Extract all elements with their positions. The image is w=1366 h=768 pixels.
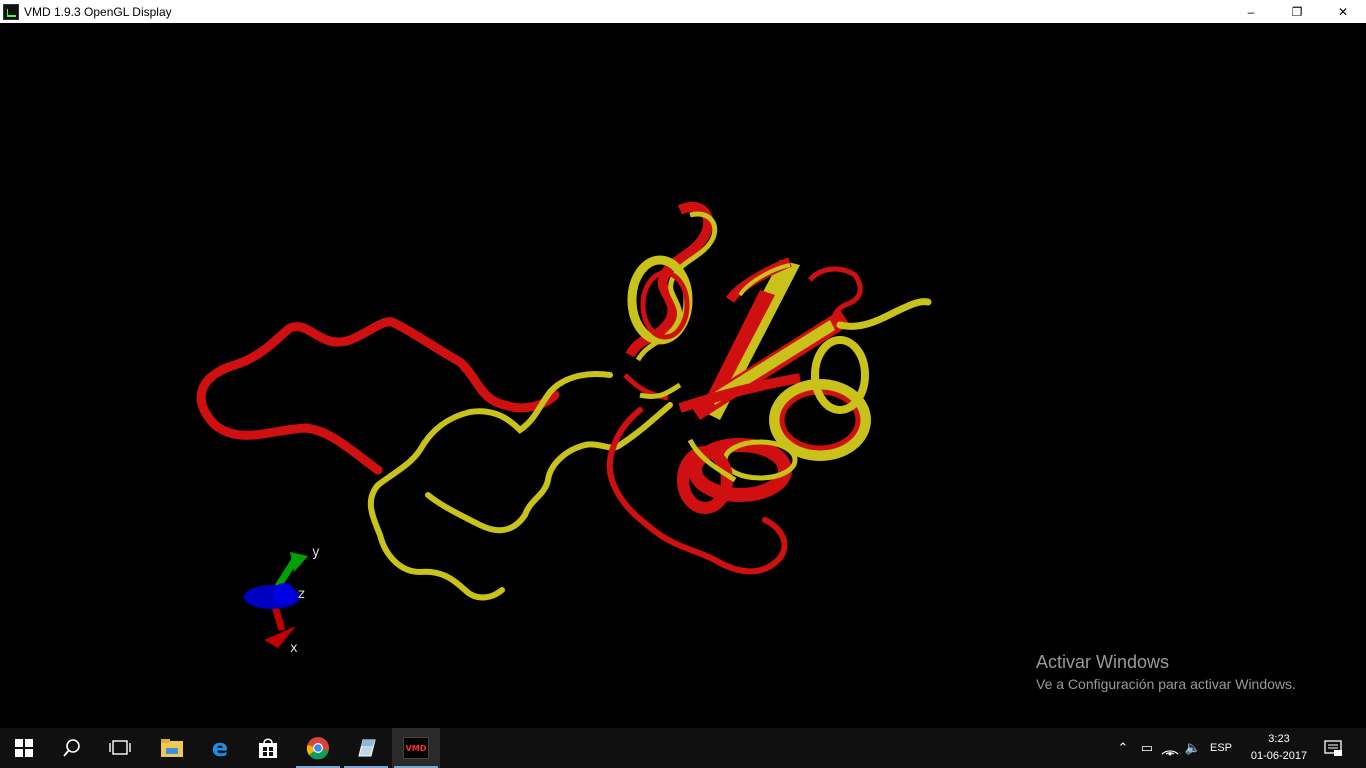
edge-icon: e <box>211 734 229 762</box>
wifi-icon[interactable] <box>1160 740 1180 756</box>
task-view-icon <box>109 740 131 755</box>
action-center-button[interactable] <box>1310 728 1356 768</box>
red-ribbon-loop <box>196 317 560 475</box>
window-title: VMD 1.9.3 OpenGL Display <box>24 4 172 19</box>
volume-icon[interactable]: 🔈 <box>1180 740 1206 756</box>
store-button[interactable] <box>244 728 292 768</box>
task-view-button[interactable] <box>96 728 144 768</box>
search-button[interactable] <box>48 728 96 768</box>
watermark-subtitle: Ve a Configuración para activar Windows. <box>1036 676 1296 692</box>
app-icon <box>358 739 376 757</box>
chrome-icon <box>306 737 329 760</box>
clock-time: 3:23 <box>1268 733 1290 745</box>
activation-watermark: Activar Windows Ve a Configuración para … <box>1036 652 1296 696</box>
language-indicator[interactable]: ESP <box>1206 742 1236 754</box>
minimize-button[interactable]: – <box>1228 0 1274 23</box>
file-explorer-button[interactable] <box>148 728 196 768</box>
window-controls: – ❐ ✕ <box>1228 0 1366 23</box>
molecule-render: y z x <box>196 201 932 656</box>
vmd-taskbar-button[interactable]: VMD <box>392 728 440 768</box>
axes-indicator: y z x <box>244 545 320 656</box>
system-tray: ⌃ ▭ 🔈 ESP <box>1112 728 1236 768</box>
chrome-button[interactable] <box>294 728 342 768</box>
app-button[interactable] <box>342 728 390 768</box>
watermark-title: Activar Windows <box>1036 652 1170 672</box>
protein-core <box>623 201 932 514</box>
search-icon <box>63 739 80 757</box>
maximize-button[interactable]: ❐ <box>1274 0 1320 23</box>
notification-icon <box>1324 740 1342 756</box>
file-explorer-icon <box>161 739 183 757</box>
vmd-app-icon <box>3 3 19 20</box>
close-button[interactable]: ✕ <box>1320 0 1366 23</box>
axis-y-label: y <box>312 545 320 560</box>
axis-x-label: x <box>290 641 298 656</box>
show-hidden-icons-button[interactable]: ⌃ <box>1112 740 1134 756</box>
axis-z-label: z <box>298 587 305 602</box>
vmd-icon-label: VMD <box>405 743 427 753</box>
vmd-icon: VMD <box>403 737 429 759</box>
clock[interactable]: 3:23 01-06-2017 <box>1240 731 1318 765</box>
clock-date: 01-06-2017 <box>1250 750 1308 762</box>
yellow-ribbon-loop <box>367 370 613 601</box>
store-icon <box>259 738 277 758</box>
windows-logo-icon <box>15 739 33 757</box>
taskbar: e VMD ⌃ ▭ 🔈 ESP 3:23 01-06-2017 <box>0 728 1366 768</box>
power-icon[interactable]: ▭ <box>1134 740 1160 756</box>
opengl-display[interactable]: y z x <box>0 23 1366 728</box>
title-bar: VMD 1.9.3 OpenGL Display – ❐ ✕ <box>0 0 1366 23</box>
edge-button[interactable]: e <box>196 728 244 768</box>
start-button[interactable] <box>0 728 48 768</box>
